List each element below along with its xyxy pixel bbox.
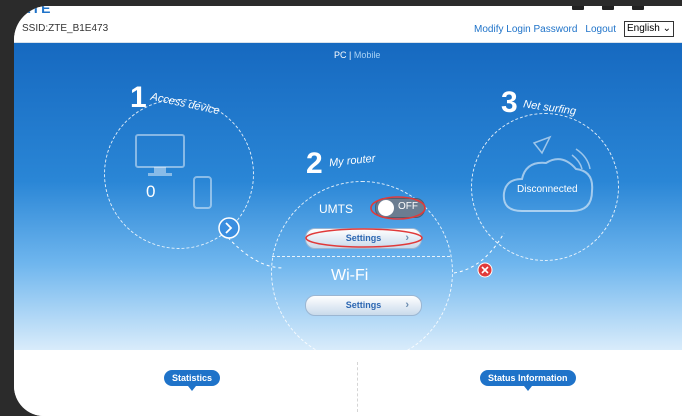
router-divider (272, 256, 450, 257)
wifi-label: Wi-Fi (331, 267, 369, 284)
main-panel: PC | Mobile 1 Access device 0 2 My route… (14, 43, 682, 363)
battery-icon (632, 6, 644, 10)
language-select[interactable]: English ⌄ (624, 21, 674, 37)
top-bar: ZTE SSID:ZTE_B1E473 Modify Login Passwor… (14, 6, 682, 43)
arrow-right-icon[interactable] (218, 217, 240, 239)
monitor-icon (135, 134, 185, 176)
signal-icon (572, 6, 584, 10)
modify-password-link[interactable]: Modify Login Password (474, 24, 577, 35)
umts-settings-label: Settings (345, 233, 382, 243)
zte-logo: ZTE (22, 6, 52, 16)
cloud-icon (502, 135, 594, 212)
wifi-settings-button[interactable]: Settings › (305, 295, 422, 316)
umts-settings-button[interactable]: Settings › (305, 228, 422, 249)
router-step-number: 2 (306, 147, 323, 180)
device-frame: ZTE SSID:ZTE_B1E473 Modify Login Passwor… (14, 6, 682, 416)
error-icon (477, 262, 493, 278)
umts-toggle[interactable]: OFF (375, 198, 425, 218)
status-information-tab[interactable]: Status Information (480, 370, 576, 391)
net-status: Disconnected (517, 184, 578, 195)
access-step-number: 1 (130, 81, 147, 114)
status-icons (572, 6, 644, 10)
top-links: Modify Login Password Logout English ⌄ (474, 21, 674, 37)
access-device-count: 0 (146, 182, 156, 201)
language-value: English (627, 23, 660, 34)
toggle-knob (378, 200, 394, 216)
ssid-label: SSID:ZTE_B1E473 (22, 23, 109, 34)
phone-icon (193, 176, 212, 209)
chevron-right-icon: › (405, 232, 409, 244)
net-step-number: 3 (501, 86, 518, 119)
chevron-right-icon: › (405, 299, 409, 311)
network-icon (602, 6, 614, 10)
chevron-down-icon: ⌄ (662, 23, 671, 34)
bottom-divider (357, 362, 358, 412)
statistics-tab[interactable]: Statistics (164, 370, 221, 391)
umts-label: UMTS (319, 202, 353, 216)
bottom-panel: Statistics Status Information (14, 350, 682, 416)
umts-toggle-state: OFF (398, 201, 418, 212)
wifi-settings-label: Settings (345, 300, 382, 310)
logout-link[interactable]: Logout (585, 24, 616, 35)
